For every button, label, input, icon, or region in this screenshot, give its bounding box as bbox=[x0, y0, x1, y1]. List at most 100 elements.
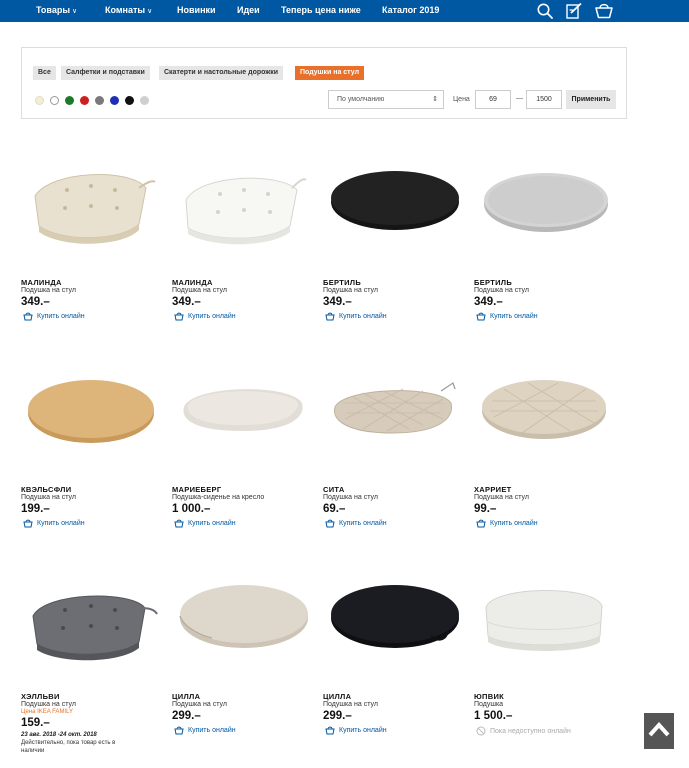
product-image[interactable] bbox=[474, 138, 619, 273]
color-swatch-white[interactable] bbox=[50, 96, 59, 105]
product-description: Подушка bbox=[474, 701, 504, 708]
product-card[interactable]: ЦИЛЛА Подушка на стул 299.– Купить онлай… bbox=[323, 552, 468, 742]
product-image[interactable] bbox=[323, 138, 468, 273]
category-chip-napkins[interactable]: Салфетки и подставки bbox=[61, 66, 150, 80]
nav-item-products[interactable]: Товары ∨ bbox=[36, 5, 77, 15]
product-image[interactable] bbox=[172, 345, 317, 480]
color-swatch-blue[interactable] bbox=[110, 96, 119, 105]
nav-item-label: Комнаты bbox=[105, 5, 146, 15]
product-price: 1 000.– bbox=[172, 503, 211, 515]
product-image[interactable] bbox=[21, 138, 166, 273]
basket-icon bbox=[476, 519, 486, 528]
price-max-input[interactable]: 1500 bbox=[526, 90, 562, 109]
nav-item-new[interactable]: Новинки bbox=[177, 5, 216, 15]
nav-item-catalog[interactable]: Каталог 2019 bbox=[382, 5, 439, 15]
apply-button[interactable]: Применить bbox=[566, 90, 616, 109]
category-chip-tablecloths[interactable]: Скатерти и настольные дорожки bbox=[159, 66, 284, 80]
product-price: 299.– bbox=[323, 710, 352, 722]
product-price: 159.– bbox=[21, 717, 50, 729]
product-name[interactable]: МАЛИНДА bbox=[172, 278, 213, 287]
product-card[interactable]: СИТА Подушка на стул 69.– Купить онлайн bbox=[323, 345, 468, 535]
buy-online-label: Купить онлайн bbox=[339, 313, 387, 320]
search-icon[interactable] bbox=[536, 2, 554, 25]
product-card[interactable]: МАРИЕБЕРГ Подушка-сиденье на кресло 1 00… bbox=[172, 345, 317, 535]
product-card[interactable]: ЮПВИК Подушка 1 500.– Пока недоступно он… bbox=[474, 552, 619, 742]
product-name[interactable]: БЕРТИЛЬ bbox=[474, 278, 512, 287]
nav-item-rooms[interactable]: Комнаты ∨ bbox=[105, 5, 152, 15]
product-name[interactable]: ХЭЛЛЬВИ bbox=[21, 692, 60, 701]
basket-icon[interactable] bbox=[594, 2, 614, 25]
chevron-down-icon: ∨ bbox=[147, 8, 153, 15]
select-arrows-icon: ⇕ bbox=[432, 96, 438, 103]
product-name[interactable]: ЮПВИК bbox=[474, 692, 504, 701]
product-card[interactable]: ХЭЛЛЬВИ Подушка на стул Цена IKEA FAMILY… bbox=[21, 552, 166, 754]
color-swatch-light-grey[interactable] bbox=[140, 96, 149, 105]
product-name[interactable]: СИТА bbox=[323, 485, 345, 494]
product-price: 349.– bbox=[474, 296, 503, 308]
color-swatch-red[interactable] bbox=[80, 96, 89, 105]
product-image[interactable] bbox=[474, 345, 619, 480]
product-card[interactable]: ЦИЛЛА Подушка на стул 299.– Купить онлай… bbox=[172, 552, 317, 742]
buy-online-link[interactable]: Купить онлайн bbox=[476, 312, 538, 321]
buy-online-label: Купить онлайн bbox=[37, 313, 85, 320]
category-chip-chair-pads[interactable]: Подушки на стул bbox=[295, 66, 365, 80]
product-name[interactable]: ЦИЛЛА bbox=[172, 692, 200, 701]
buy-online-label: Купить онлайн bbox=[188, 727, 236, 734]
product-card[interactable]: МАЛИНДА Подушка на стул 349.– Купить онл… bbox=[172, 138, 317, 328]
product-image[interactable] bbox=[323, 345, 468, 480]
product-card[interactable]: БЕРТИЛЬ Подушка на стул 349.– Купить онл… bbox=[323, 138, 468, 328]
promo-note: Действительно, пока товар есть в bbox=[21, 740, 116, 746]
buy-online-link[interactable]: Купить онлайн bbox=[174, 519, 236, 528]
sort-select[interactable]: По умолчанию ⇕ bbox=[328, 90, 444, 109]
product-price: 349.– bbox=[172, 296, 201, 308]
nav-item-ideas[interactable]: Идеи bbox=[237, 5, 260, 15]
buy-online-link[interactable]: Купить онлайн bbox=[325, 519, 387, 528]
promo-dates: 23 авг. 2018 -24 окт. 2018 bbox=[21, 732, 97, 738]
product-image[interactable] bbox=[323, 552, 468, 687]
product-card[interactable]: КВЭЛЬСФЛИ Подушка на стул 199.– Купить о… bbox=[21, 345, 166, 535]
buy-online-link[interactable]: Купить онлайн bbox=[174, 726, 236, 735]
basket-icon bbox=[23, 519, 33, 528]
buy-online-link[interactable]: Купить онлайн bbox=[476, 519, 538, 528]
product-description: Подушка на стул bbox=[323, 494, 378, 501]
product-name[interactable]: МАЛИНДА bbox=[21, 278, 62, 287]
price-min-input[interactable]: 69 bbox=[475, 90, 511, 109]
product-description: Подушка на стул bbox=[172, 701, 227, 708]
product-image[interactable] bbox=[172, 138, 317, 273]
product-card[interactable]: БЕРТИЛЬ Подушка на стул 349.– Купить онл… bbox=[474, 138, 619, 328]
promo-note: наличии bbox=[21, 748, 45, 754]
buy-online-label: Купить онлайн bbox=[37, 520, 85, 527]
product-image[interactable] bbox=[474, 552, 619, 687]
product-name[interactable]: ХАРРИЕТ bbox=[474, 485, 512, 494]
color-swatch-green[interactable] bbox=[65, 96, 74, 105]
product-price: 99.– bbox=[474, 503, 497, 515]
color-swatch-grey[interactable] bbox=[95, 96, 104, 105]
back-to-top-button[interactable] bbox=[644, 713, 674, 749]
basket-icon bbox=[174, 312, 184, 321]
buy-online-link[interactable]: Купить онлайн bbox=[325, 312, 387, 321]
product-description: Подушка на стул bbox=[21, 494, 76, 501]
product-name[interactable]: МАРИЕБЕРГ bbox=[172, 485, 221, 494]
unavailable-label: Пока недоступно онлайн bbox=[490, 727, 571, 735]
product-name[interactable]: БЕРТИЛЬ bbox=[323, 278, 361, 287]
buy-online-link[interactable]: Купить онлайн bbox=[23, 312, 85, 321]
category-chip-all[interactable]: Все bbox=[33, 66, 56, 80]
product-description: Подушка на стул bbox=[323, 701, 378, 708]
product-price: 349.– bbox=[323, 296, 352, 308]
color-swatch-beige[interactable] bbox=[35, 96, 44, 105]
product-image[interactable] bbox=[21, 345, 166, 480]
buy-online-link[interactable]: Купить онлайн bbox=[174, 312, 236, 321]
product-card[interactable]: МАЛИНДА Подушка на стул 349.– Купить онл… bbox=[21, 138, 166, 328]
nav-item-lower-price[interactable]: Теперь цена ниже bbox=[281, 5, 361, 15]
product-name[interactable]: ЦИЛЛА bbox=[323, 692, 351, 701]
color-swatch-black[interactable] bbox=[125, 96, 134, 105]
edit-list-icon[interactable] bbox=[565, 2, 583, 25]
product-name[interactable]: КВЭЛЬСФЛИ bbox=[21, 485, 71, 494]
buy-online-link[interactable]: Купить онлайн bbox=[23, 519, 85, 528]
buy-online-link[interactable]: Купить онлайн bbox=[325, 726, 387, 735]
product-image[interactable] bbox=[21, 552, 166, 687]
nav-item-label: Товары bbox=[36, 5, 71, 15]
basket-icon bbox=[325, 726, 335, 735]
product-card[interactable]: ХАРРИЕТ Подушка на стул 99.– Купить онла… bbox=[474, 345, 619, 535]
product-image[interactable] bbox=[172, 552, 317, 687]
